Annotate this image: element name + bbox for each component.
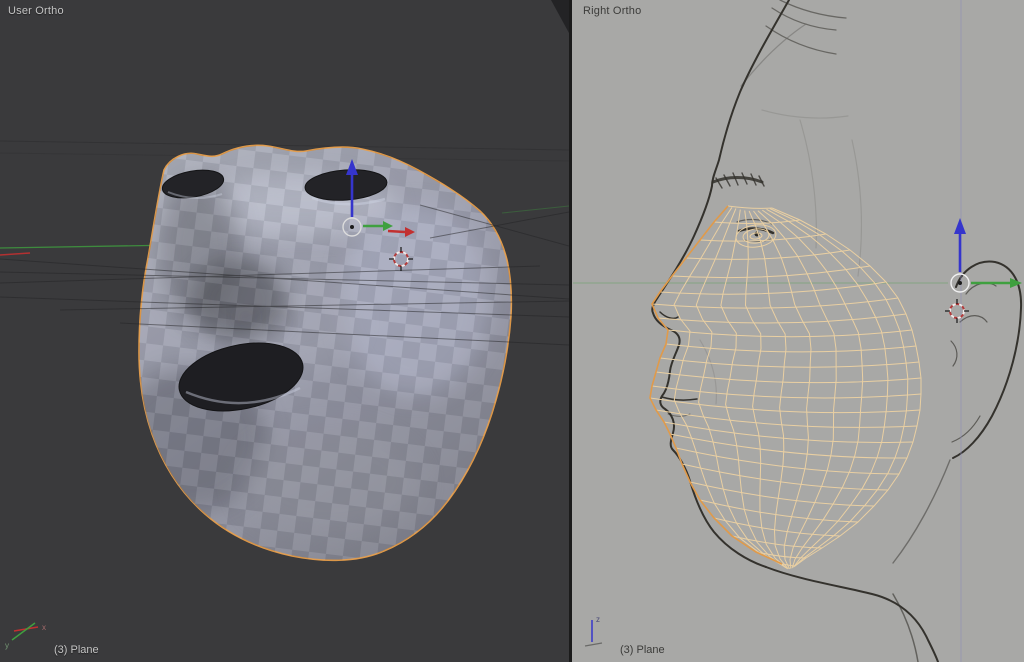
object-info-text: (3) Plane [620,644,665,656]
axis-z-label: z [596,615,600,624]
retopo-wireframe-mesh[interactable] [650,206,921,569]
manipulator-y-handle[interactable] [971,278,1022,288]
viewport-label: Right Ortho [583,5,641,17]
viewport-right-ortho[interactable]: z Right Ortho (3) Plane [572,0,1024,662]
3d-cursor [945,299,969,323]
object-origin-dot [350,225,354,229]
user-ortho-scene: x y [0,0,569,662]
manipulator-z-handle[interactable] [954,218,966,272]
reference-sketch [652,0,1021,662]
right-ortho-scene: z [572,0,1024,662]
blender-window: x y User Ortho (3) Plane [0,0,1024,662]
object-origin-dot [958,281,962,285]
object-info-text: (3) Plane [54,644,99,656]
mini-axis-gizmo: x y [5,623,46,650]
mini-axis-gizmo: z [585,615,602,646]
axis-y-label: y [5,641,9,650]
mask-mesh-object[interactable] [112,140,520,570]
mask-shading [112,140,520,570]
axis-x-label: x [42,623,46,632]
transform-manipulator [951,218,1022,292]
viewport-label: User Ortho [8,5,64,17]
corner-wedge [551,0,569,33]
viewport-user-ortho[interactable]: x y User Ortho (3) Plane [0,0,569,662]
